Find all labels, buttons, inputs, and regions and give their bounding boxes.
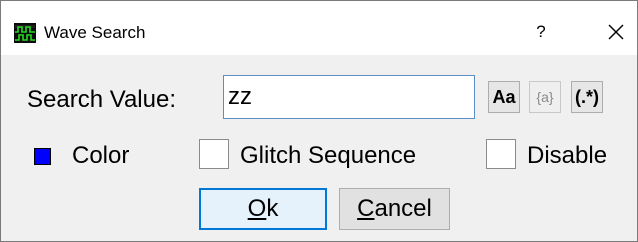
ok-mnemonic: O [247,195,267,222]
cancel-mnemonic: C [357,195,375,222]
ok-button[interactable]: Ok [199,188,327,230]
glitch-sequence-checkbox[interactable] [199,139,229,169]
wave-search-dialog: Wave Search ? Search Value: Aa {a} (.*) … [0,0,638,242]
cancel-button[interactable]: Cancel [339,188,450,230]
close-button[interactable] [603,19,629,45]
window-title: Wave Search [44,23,146,42]
match-case-button[interactable]: Aa [488,81,520,113]
close-icon [608,24,624,40]
title-bar: Wave Search ? [1,1,637,55]
disable-label: Disable [527,142,608,169]
ok-label-rest: k [266,195,279,222]
search-value-input[interactable] [223,75,475,119]
whole-word-button[interactable]: {a} [529,81,561,113]
regex-button[interactable]: (.*) [571,81,603,113]
color-swatch[interactable] [34,148,51,165]
search-value-label: Search Value: [27,86,176,113]
dialog-body: Search Value: Aa {a} (.*) Color Glitch S… [1,55,637,241]
help-button[interactable]: ? [531,21,551,43]
glitch-sequence-label: Glitch Sequence [240,142,417,169]
cancel-label-rest: ancel [374,195,432,222]
waveform-app-icon [14,23,36,43]
disable-checkbox[interactable] [486,139,516,169]
color-label: Color [72,142,130,169]
